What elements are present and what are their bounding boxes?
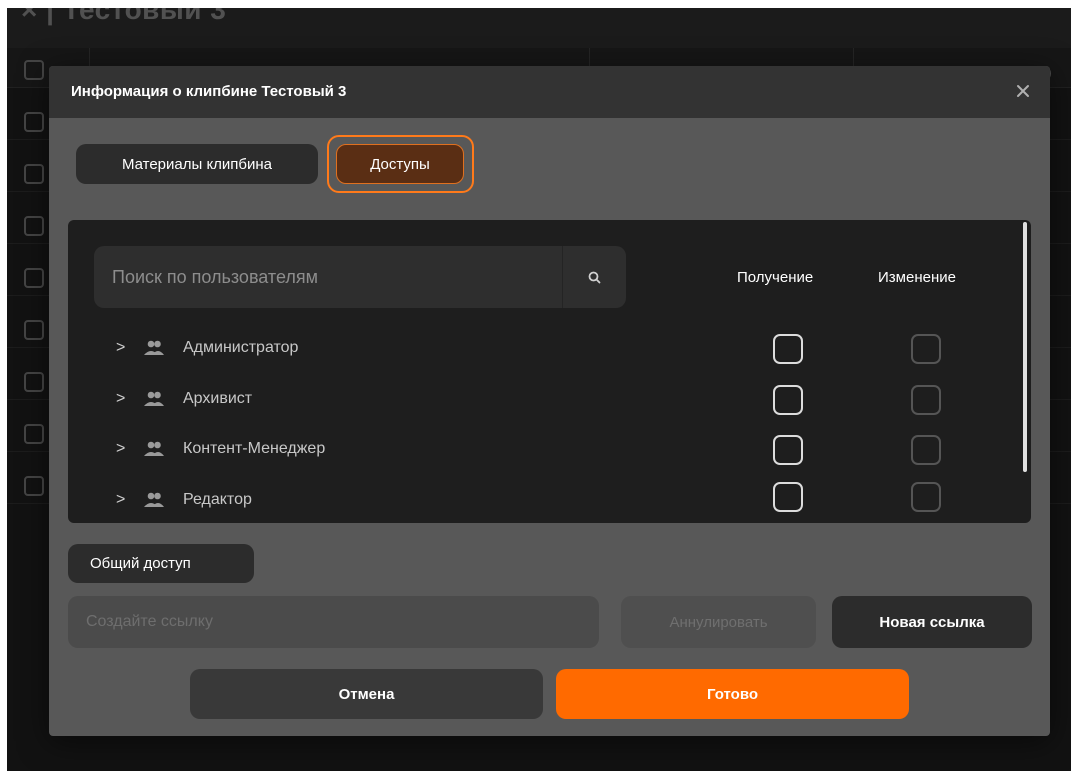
tab-access[interactable]: Доступы	[336, 144, 464, 184]
done-button[interactable]: Готово	[556, 669, 909, 719]
clipbin-info-dialog: Информация о клипбине Тестовый 3 Материа…	[49, 66, 1050, 736]
chevron-right-icon[interactable]: >	[116, 491, 125, 509]
get-permission-checkbox[interactable]	[773, 482, 803, 512]
get-permission-checkbox[interactable]	[773, 385, 803, 415]
user-group-label: Архивист	[183, 390, 253, 407]
access-panel: Получение Изменение > Администратор > Ар…	[68, 220, 1031, 523]
app-screen: × | Тестовый 3 ) Информация о клипбине Т…	[7, 8, 1071, 771]
dialog-title: Информация о клипбине Тестовый 3	[71, 83, 347, 100]
get-permission-checkbox[interactable]	[773, 334, 803, 364]
user-group-icon	[144, 391, 164, 406]
chevron-right-icon[interactable]: >	[116, 440, 125, 458]
cancel-button[interactable]: Отмена	[190, 669, 543, 719]
user-group-label: Администратор	[183, 339, 299, 356]
user-group-label: Контент-Менеджер	[183, 440, 326, 457]
column-header-edit: Изменение	[878, 269, 956, 286]
chevron-right-icon[interactable]: >	[116, 390, 125, 408]
user-group-row: > Администратор	[68, 334, 768, 364]
column-header-get: Получение	[737, 269, 814, 286]
search-button[interactable]	[563, 246, 626, 308]
edit-permission-checkbox[interactable]	[911, 482, 941, 512]
shared-access-button[interactable]: Общий доступ	[68, 544, 254, 583]
user-search-input[interactable]	[94, 246, 564, 308]
revoke-link-button[interactable]: Аннулировать	[621, 596, 816, 648]
chevron-right-icon[interactable]: >	[116, 339, 125, 357]
edit-permission-checkbox[interactable]	[911, 385, 941, 415]
user-group-row: > Контент-Менеджер	[68, 435, 768, 465]
user-group-row: > Архивист	[68, 385, 768, 415]
close-icon-glyph	[1017, 85, 1029, 97]
close-icon[interactable]	[1011, 80, 1035, 104]
search-icon	[588, 271, 601, 283]
user-group-icon	[144, 441, 164, 456]
user-search	[94, 246, 626, 308]
share-link-field[interactable]	[68, 596, 599, 648]
user-group-icon	[144, 340, 164, 355]
user-group-row: > Редактор	[68, 486, 768, 516]
panel-scrollbar[interactable]	[1023, 222, 1027, 472]
user-group-icon	[144, 492, 164, 507]
new-link-button[interactable]: Новая ссылка	[832, 596, 1032, 648]
dialog-header: Информация о клипбине Тестовый 3	[49, 66, 1050, 118]
get-permission-checkbox[interactable]	[773, 435, 803, 465]
tab-clipbin-materials[interactable]: Материалы клипбина	[76, 144, 318, 184]
user-group-label: Редактор	[183, 491, 252, 508]
edit-permission-checkbox[interactable]	[911, 334, 941, 364]
edit-permission-checkbox[interactable]	[911, 435, 941, 465]
